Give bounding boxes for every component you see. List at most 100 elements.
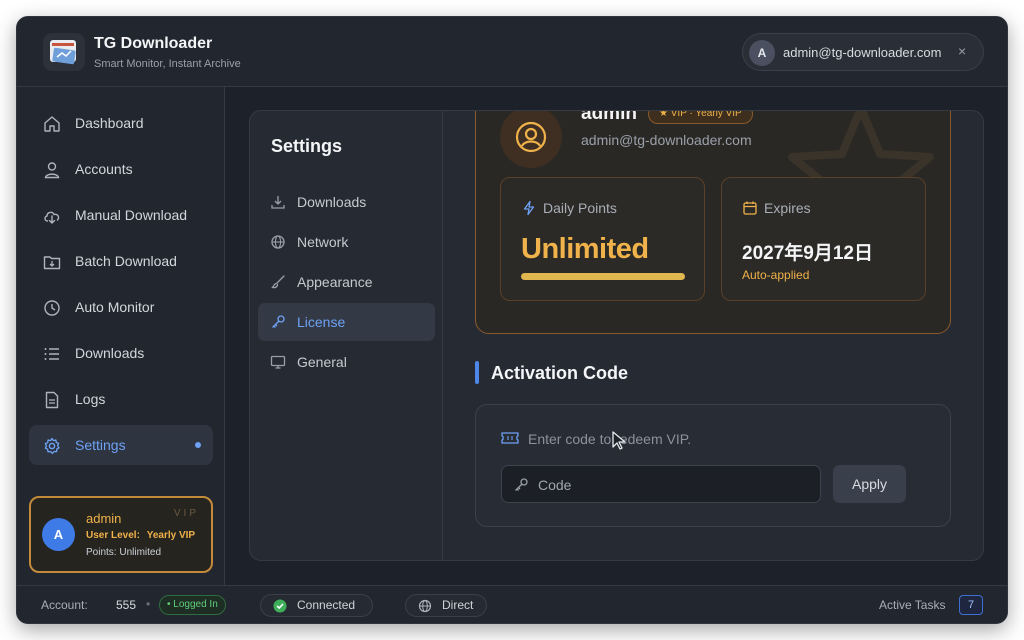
settings-nav: Settings Downloads Network Appearance Li… xyxy=(250,111,443,560)
activation-code-input[interactable] xyxy=(538,474,808,496)
sidebar-item-downloads[interactable]: Downloads xyxy=(29,333,213,373)
sidebar-item-label: Batch Download xyxy=(75,253,177,269)
active-tasks-label: Active Tasks xyxy=(879,598,946,612)
globe-icon xyxy=(271,235,285,249)
license-content: admin ★ VIP · Yearly VIP admin@tg-downlo… xyxy=(444,111,983,560)
app-title: TG Downloader xyxy=(94,35,213,52)
user-icon xyxy=(44,162,60,179)
connection-status[interactable]: Connected xyxy=(260,594,373,617)
key-icon xyxy=(272,315,285,328)
gear-icon xyxy=(44,437,60,455)
mouse-cursor-icon xyxy=(612,431,626,450)
status-bar: Account: 555 • • Logged In Connected Dir… xyxy=(17,585,1007,623)
settings-title: Settings xyxy=(271,136,343,156)
daily-points-bar xyxy=(521,273,685,280)
expires-label: Expires xyxy=(764,200,811,216)
sidebar-item-label: Accounts xyxy=(75,161,133,177)
sidebar-item-label: Logs xyxy=(75,391,106,407)
app-header: TG Downloader Smart Monitor, Instant Arc… xyxy=(17,17,1007,87)
activation-hint: Enter code to redeem VIP. xyxy=(528,431,692,447)
cloud-download-icon xyxy=(44,211,60,224)
sidebar-item-dashboard[interactable]: Dashboard xyxy=(29,103,213,143)
avatar: A xyxy=(749,40,775,66)
daily-points-label: Daily Points xyxy=(543,200,617,216)
vip-badge: ★ VIP · Yearly VIP xyxy=(648,111,753,124)
apply-button[interactable]: Apply xyxy=(833,465,906,503)
sidebar-item-label: Auto Monitor xyxy=(75,299,155,315)
download-icon xyxy=(271,196,285,209)
settings-tab-label: Downloads xyxy=(297,194,367,210)
settings-tab-label: License xyxy=(297,314,346,330)
clock-icon xyxy=(44,300,60,316)
settings-tab-network[interactable]: Network xyxy=(258,223,435,261)
status-separator: • xyxy=(146,597,151,611)
user-email: admin@tg-downloader.com xyxy=(783,45,942,60)
calendar-icon xyxy=(743,201,757,215)
settings-tab-label: Appearance xyxy=(297,274,373,290)
user-circle-icon xyxy=(515,121,547,153)
proxy-status[interactable]: Direct xyxy=(405,594,487,617)
activation-card: Enter code to redeem VIP. Apply xyxy=(475,404,951,527)
document-icon xyxy=(45,391,59,409)
expires-value: 2027年9月12日 xyxy=(742,243,873,264)
active-indicator-dot xyxy=(195,442,201,448)
connection-label: Connected xyxy=(297,598,356,612)
activation-section-title: Activation Code xyxy=(491,363,629,383)
vip-level-value: Yearly VIP xyxy=(146,530,196,541)
account-count: 555 xyxy=(116,598,137,612)
home-icon xyxy=(44,116,60,132)
expires-card: Expires 2027年9月12日 Auto-applied xyxy=(721,177,926,301)
lightning-icon xyxy=(523,200,535,216)
list-icon xyxy=(44,348,59,360)
avatar: A xyxy=(42,518,75,551)
user-account-chip[interactable]: A admin@tg-downloader.com × xyxy=(742,33,984,71)
globe-icon xyxy=(418,599,432,613)
sidebar-item-logs[interactable]: Logs xyxy=(29,379,213,419)
vip-level: User Level: Yearly VIP xyxy=(86,530,195,541)
check-circle-icon xyxy=(273,599,287,613)
license-username: admin xyxy=(581,111,637,124)
brush-icon xyxy=(271,275,285,289)
sidebar-item-label: Dashboard xyxy=(75,115,144,131)
sidebar-item-auto-monitor[interactable]: Auto Monitor xyxy=(29,287,213,327)
vip-username: admin xyxy=(86,511,122,526)
settings-tab-general[interactable]: General xyxy=(258,343,435,381)
settings-panel: Settings Downloads Network Appearance Li… xyxy=(249,110,984,561)
sidebar-item-manual-download[interactable]: Manual Download xyxy=(29,195,213,235)
ticket-icon xyxy=(501,432,519,444)
license-card: admin ★ VIP · Yearly VIP admin@tg-downlo… xyxy=(475,111,951,334)
sidebar-item-label: Downloads xyxy=(75,345,145,361)
sidebar-item-label: Settings xyxy=(75,437,126,453)
app-logo-icon xyxy=(43,33,85,71)
section-marker xyxy=(475,361,479,384)
settings-tab-label: General xyxy=(297,354,347,370)
account-label: Account: xyxy=(41,598,88,612)
sidebar-item-accounts[interactable]: Accounts xyxy=(29,149,213,189)
expires-note: Auto-applied xyxy=(742,268,810,282)
sidebar-item-label: Manual Download xyxy=(75,207,188,223)
settings-tab-license[interactable]: License xyxy=(258,303,435,341)
app-window: TG Downloader Smart Monitor, Instant Arc… xyxy=(16,16,1008,624)
proxy-label: Direct xyxy=(442,598,474,612)
close-icon[interactable]: × xyxy=(958,43,966,59)
active-tasks-count[interactable]: 7 xyxy=(959,595,983,615)
sidebar-item-batch-download[interactable]: Batch Download xyxy=(29,241,213,281)
vip-level-label: User Level: xyxy=(86,530,140,541)
logged-in-badge: • Logged In xyxy=(159,595,226,615)
folder-download-icon xyxy=(43,256,61,270)
vip-points: Points: Unlimited xyxy=(86,547,162,558)
activation-code-field[interactable] xyxy=(501,465,821,503)
vip-user-card[interactable]: A admin VIP User Level: Yearly VIP Point… xyxy=(29,496,213,573)
app-subtitle: Smart Monitor, Instant Archive xyxy=(94,58,241,70)
license-email: admin@tg-downloader.com xyxy=(581,132,752,148)
settings-tab-downloads[interactable]: Downloads xyxy=(258,183,435,221)
sidebar-item-settings[interactable]: Settings xyxy=(29,425,213,465)
daily-points-card: Daily Points Unlimited xyxy=(500,177,705,301)
vip-watermark: VIP xyxy=(173,508,199,519)
sidebar: Dashboard Accounts Manual Download Batch… xyxy=(17,87,225,585)
settings-tab-label: Network xyxy=(297,234,349,250)
daily-points-value: Unlimited xyxy=(521,233,649,265)
license-avatar xyxy=(500,111,562,168)
settings-tab-appearance[interactable]: Appearance xyxy=(258,263,435,301)
monitor-icon xyxy=(270,355,286,369)
